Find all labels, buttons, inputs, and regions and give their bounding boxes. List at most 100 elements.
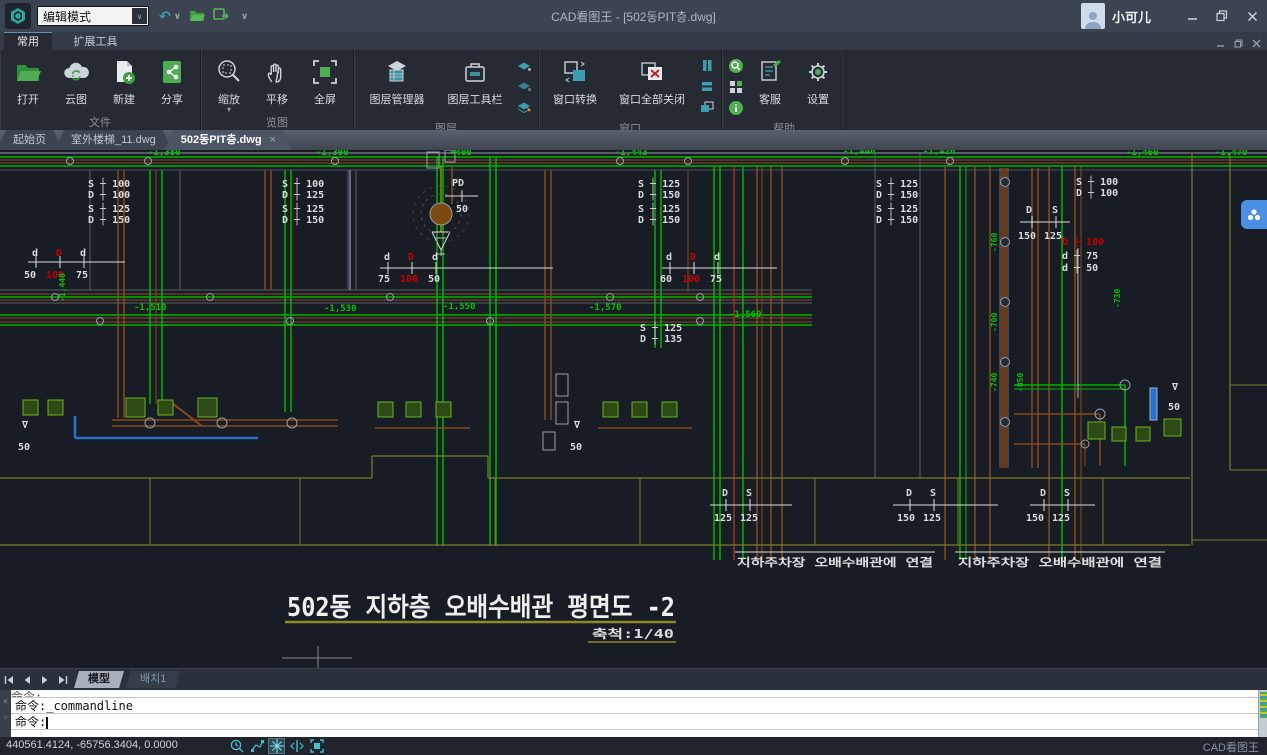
svg-text:S: S	[1052, 205, 1058, 216]
undo-icon[interactable]: ↶	[159, 8, 171, 25]
svg-text:50: 50	[428, 274, 440, 285]
cloud-button[interactable]: 云图	[52, 54, 100, 107]
selection-box-icon[interactable]	[308, 738, 325, 754]
chevron-down-icon[interactable]: ∨	[132, 8, 147, 24]
edit-mode-select[interactable]: 编辑模式 ∨	[37, 6, 149, 26]
zoom-button[interactable]: 缩放 ▾	[205, 54, 253, 113]
share-button[interactable]: 分享	[148, 54, 196, 107]
first-sheet-button[interactable]	[0, 672, 18, 688]
svg-text:S ┼ 100: S ┼ 100	[88, 177, 130, 190]
svg-text:-760: -760	[990, 233, 999, 252]
zoom-history-icon[interactable]	[228, 738, 245, 754]
svg-text:∇: ∇	[1171, 382, 1179, 393]
svg-text:75: 75	[710, 274, 722, 285]
doc-tab-502-pit-dwg[interactable]: 502동PIT층.dwg×	[165, 130, 292, 150]
cloud-share-float-button[interactable]	[1241, 200, 1267, 229]
minimize-button[interactable]	[1177, 0, 1207, 32]
drawing-canvas[interactable]: S ┼ 100D ┼ 100S ┼ 125D ┼ 150S ┼ 100D ┼ 1…	[0, 150, 1267, 668]
sheet-tab-model[interactable]: 模型	[74, 671, 124, 688]
command-scrollbar-thumb[interactable]	[1260, 692, 1267, 718]
new-button[interactable]: 新建	[100, 54, 148, 107]
command-close-icon[interactable]: ×	[3, 698, 8, 706]
help-grid-icon[interactable]	[728, 79, 744, 100]
svg-text:50: 50	[18, 442, 30, 453]
command-pin-icon[interactable]: ▫	[4, 714, 7, 722]
svg-text:-850: -850	[1016, 373, 1025, 392]
command-scrollbar[interactable]	[1258, 690, 1267, 737]
ribbon-group-layer: 图层管理器 图层工具栏 图层	[354, 50, 539, 130]
svg-text:d: d	[432, 252, 438, 263]
svg-text:D: D	[56, 248, 62, 259]
svg-text:50: 50	[1168, 402, 1180, 413]
svg-text:-1,510: -1,510	[134, 303, 167, 313]
svg-text:125: 125	[1044, 231, 1062, 242]
window-close-all-button[interactable]: 窗口全部关闭	[607, 54, 697, 107]
doc-tab-stairs-dwg[interactable]: 室外楼梯_11.dwg	[55, 130, 172, 150]
tab-close-icon[interactable]: ×	[270, 134, 276, 146]
layer-off-icon[interactable]	[516, 79, 532, 98]
ribbon-group-file: 打开 云图 新建 分享 文件	[0, 50, 201, 130]
svg-text:-1,560: -1,560	[729, 310, 762, 320]
measure-icon[interactable]	[248, 738, 265, 754]
svg-text:D: D	[690, 252, 696, 263]
support-button[interactable]: 客服	[746, 54, 794, 107]
command-input-row[interactable]: 命令:	[11, 714, 1258, 730]
svg-text:125: 125	[923, 513, 941, 524]
open-file-icon[interactable]	[189, 8, 205, 25]
undo-chevron-icon[interactable]: ∨	[174, 11, 181, 22]
command-panel-grip[interactable]: × ▫	[0, 690, 11, 737]
username-label[interactable]: 小可儿	[1112, 7, 1151, 26]
prev-sheet-button[interactable]	[18, 672, 36, 688]
tab-common[interactable]: 常用	[4, 32, 52, 50]
text-cursor	[46, 717, 48, 729]
svg-text:지하주차장 오배수배관에 연결: 지하주차장 오배수배관에 연결	[958, 555, 1162, 569]
settings-button[interactable]: 设置	[794, 54, 842, 107]
layer-toolbar-button[interactable]: 图层工具栏	[436, 54, 514, 107]
cascade-windows-icon[interactable]	[699, 101, 715, 119]
layer-toolbar-icon	[460, 56, 490, 88]
command-history[interactable]: 命令: 命令:_commandline 命令:	[11, 690, 1258, 737]
restore-button[interactable]	[1207, 0, 1237, 32]
zoom-dropdown-icon[interactable]: ▾	[227, 107, 231, 113]
svg-text:50: 50	[24, 270, 36, 281]
layer-on-icon[interactable]	[516, 59, 532, 78]
sheet-tab-layout1[interactable]: 배치1	[126, 671, 180, 688]
new-document-icon	[109, 56, 139, 88]
doc-tab-start-page[interactable]: 起始页	[0, 130, 62, 150]
close-button[interactable]	[1237, 0, 1267, 32]
svg-text:D ┼ 150: D ┼ 150	[282, 213, 324, 226]
save-export-icon[interactable]	[213, 8, 229, 25]
fullscreen-button[interactable]: 全屏	[301, 54, 349, 107]
pause-icon[interactable]	[699, 59, 715, 77]
help-search-icon[interactable]	[728, 58, 744, 79]
split-view-icon[interactable]	[288, 738, 305, 754]
tab-extended-tools[interactable]: 扩展工具	[60, 33, 130, 51]
zoom-icon	[214, 56, 244, 88]
svg-text:502동 지하층 오배수배관 평면도 -2: 502동 지하층 오배수배관 평면도 -2	[287, 593, 675, 623]
sheet-tab-bar: 模型 배치1	[0, 668, 1267, 690]
command-history-row-partial: 命令:	[11, 690, 1258, 698]
pan-button[interactable]: 平移	[253, 54, 301, 107]
quickbar-more-icon[interactable]: ∨	[241, 11, 248, 22]
svg-text:D ┼ 150: D ┼ 150	[638, 188, 680, 201]
svg-text:S ┼ 125: S ┼ 125	[640, 321, 682, 334]
open-button[interactable]: 打开	[4, 54, 52, 107]
brand-label: CAD看图王	[1203, 739, 1259, 755]
svg-text:-700: -700	[990, 313, 999, 332]
last-sheet-button[interactable]	[54, 672, 72, 688]
layer-edit-icon[interactable]	[516, 100, 532, 119]
svg-text:d: d	[714, 252, 720, 263]
svg-text:d ┼ 50: d ┼ 50	[1062, 261, 1098, 274]
tile-horizontal-icon[interactable]	[699, 80, 715, 98]
svg-text:100: 100	[682, 274, 700, 285]
svg-text:D ┼ 125: D ┼ 125	[282, 188, 324, 201]
svg-text:D ┼ 150: D ┼ 150	[638, 213, 680, 226]
next-sheet-button[interactable]	[36, 672, 54, 688]
layer-manager-button[interactable]: 图层管理器	[358, 54, 436, 107]
window-switch-button[interactable]: 窗口转换	[543, 54, 607, 107]
user-avatar[interactable]	[1081, 3, 1105, 29]
crosshair-icon[interactable]	[268, 738, 285, 754]
svg-text:d: d	[80, 248, 86, 259]
info-icon[interactable]	[728, 100, 744, 121]
layer-manager-icon	[382, 56, 412, 88]
